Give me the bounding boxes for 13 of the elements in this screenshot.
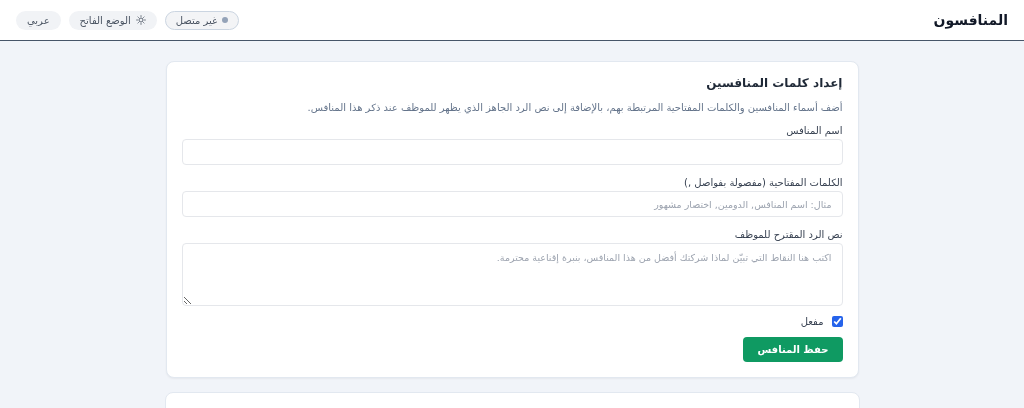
textarea-field[interactable]: اكتب هنا النقاط التي تبيّن لماذا شركتك أفضل من هذا المنافس، بنبرة إقناعية محترمة.: [181, 243, 843, 306]
field-label: الكلمات المفتاحية (مفصولة بفواصل ,): [684, 177, 843, 188]
save-button[interactable]: حفظ المنافس: [743, 337, 843, 362]
theme-button[interactable]: الوضع الفاتح: [68, 10, 157, 30]
page-title: المنافسون: [933, 12, 1008, 28]
language-button[interactable]: عربي: [16, 10, 61, 30]
checkbox-label: مفعل: [800, 316, 824, 327]
field-label: نص الرد المقترح للموظف: [734, 229, 843, 240]
input-field[interactable]: مثال: اسم المنافس, الدومين, اختصار مشهور: [181, 191, 843, 217]
field-label: اسم المنافس: [786, 125, 843, 136]
card-description: أضف أسماء المنافسين والكلمات المفتاحية المرتبطة بهم، بالإضافة إلى نص الرد الجاهز الذي يظهر للموظف عند ذكر هذا المنافس.: [306, 102, 843, 113]
card-title: إعداد كلمات المنافسين: [705, 76, 843, 90]
status-badge: غير متصل: [164, 10, 240, 30]
